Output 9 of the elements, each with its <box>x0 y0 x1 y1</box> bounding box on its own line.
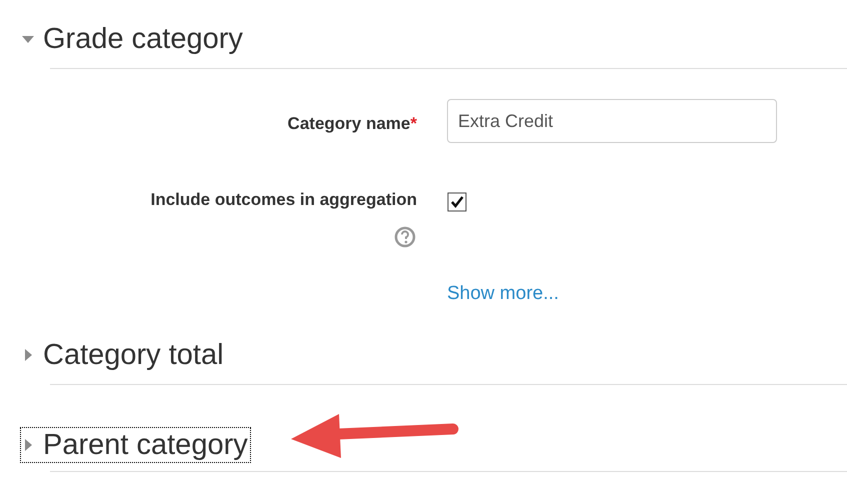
section-header-toggle[interactable]: Parent category <box>21 428 250 462</box>
help-icon[interactable] <box>394 226 416 248</box>
field-label: Include outcomes in aggregation <box>150 189 417 211</box>
field-label: Category name* <box>288 113 417 135</box>
text-field[interactable]: Extra Credit <box>447 99 777 143</box>
show-more-link[interactable]: Show more... <box>447 280 559 308</box>
section-header-toggle[interactable]: Category total <box>21 338 226 372</box>
checkbox[interactable] <box>447 192 467 212</box>
section-header-toggle[interactable]: Grade category <box>21 22 245 56</box>
